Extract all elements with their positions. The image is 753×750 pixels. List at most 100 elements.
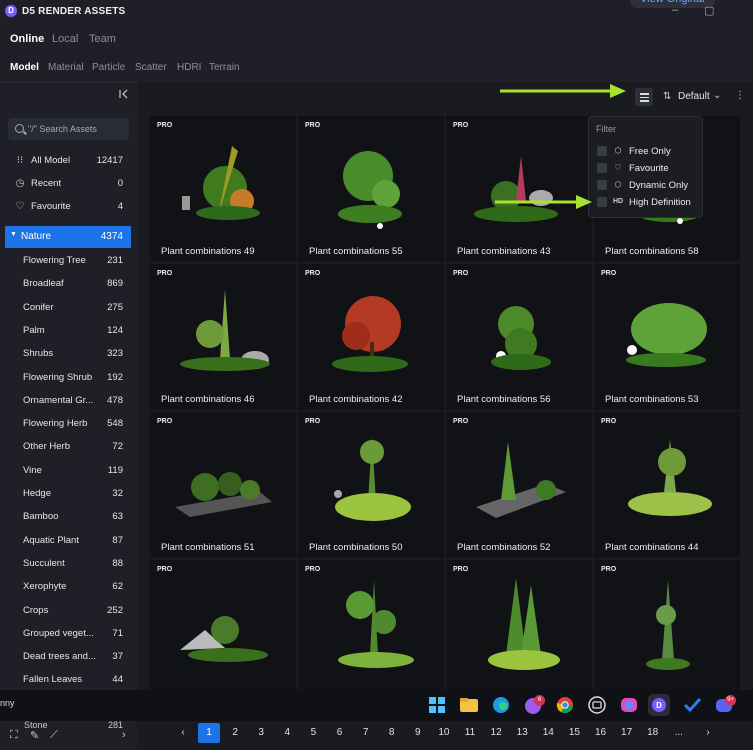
page-number-button[interactable]: 15 (563, 723, 585, 743)
sidebar-item-favourite[interactable]: ♡ Favourite 4 (0, 197, 137, 217)
sidebar-subcategory[interactable]: Ornamental Gr... 478 (0, 391, 137, 411)
chrome-icon[interactable] (554, 694, 576, 716)
asset-card[interactable]: PRO (150, 560, 296, 706)
page-number-button[interactable]: 18 (642, 723, 664, 743)
sidebar-subcategory[interactable]: Conifer 275 (0, 298, 137, 318)
search-input[interactable] (28, 121, 124, 137)
sidebar-item-all-model[interactable]: ⁝⁝ All Model 12417 (0, 151, 137, 171)
filter-dynamic-only[interactable]: ⬡ Dynamic Only (589, 177, 704, 194)
page-number-button[interactable]: 9 (407, 723, 429, 743)
filter-favourite[interactable]: ♡ Favourite (589, 160, 704, 177)
page-number-button[interactable]: 8 (381, 723, 403, 743)
page-number-button[interactable]: 6 (329, 723, 351, 743)
page-number-button[interactable]: 12 (485, 723, 507, 743)
tab-particle[interactable]: Particle (92, 62, 125, 73)
asset-card[interactable]: PRO Plant combinations 44 (594, 412, 740, 558)
file-explorer-icon[interactable] (458, 694, 480, 716)
page-number-button[interactable]: ... (668, 723, 690, 743)
chevron-down-icon[interactable]: ⌄ (713, 90, 721, 101)
tab-team[interactable]: Team (89, 33, 116, 45)
page-number-button[interactable]: 2 (224, 723, 246, 743)
sidebar-subcategory[interactable]: Crops 252 (0, 601, 137, 621)
tab-scatter[interactable]: Scatter (135, 62, 167, 73)
tab-online[interactable]: Online (10, 33, 44, 45)
page-number-button[interactable]: 17 (616, 723, 638, 743)
asset-card[interactable]: PRO Plant combinations 53 (594, 264, 740, 410)
search-box[interactable] (8, 118, 129, 140)
pro-badge: PRO (453, 566, 469, 573)
more-options-icon[interactable]: ⋮ (735, 90, 745, 101)
d5-render-taskbar-icon[interactable]: D (648, 694, 670, 716)
sidebar-subcategory[interactable]: Succulent 88 (0, 554, 137, 574)
page-number-button[interactable]: 13 (511, 723, 533, 743)
chevron-right-icon[interactable]: › (122, 729, 126, 741)
paint-bucket-icon[interactable]: ⛶ (10, 729, 18, 742)
tab-local[interactable]: Local (52, 33, 78, 45)
sidebar-subcategory[interactable]: Fallen Leaves 44 (0, 670, 137, 690)
asset-card[interactable]: PRO Plant combinations 46 (150, 264, 296, 410)
asset-card[interactable]: PRO Plant combinations 51 (150, 412, 296, 558)
asset-card[interactable]: PRO Plant combinations 43 (446, 116, 592, 262)
sidebar-subcategory[interactable]: Other Herb 72 (0, 437, 137, 457)
sidebar-subcategory[interactable]: Shrubs 323 (0, 344, 137, 364)
page-number-button[interactable]: 5 (302, 723, 324, 743)
filter-free-only[interactable]: ⬡ Free Only (589, 143, 704, 160)
page-prev-button[interactable]: ‹ (172, 723, 194, 743)
page-number-button[interactable]: 16 (590, 723, 612, 743)
sidebar-item-recent[interactable]: ◷ Recent 0 (0, 174, 137, 194)
copilot-icon[interactable] (618, 694, 640, 716)
page-number-button[interactable]: 11 (459, 723, 481, 743)
asset-card[interactable]: PRO (446, 560, 592, 706)
page-number-button[interactable]: 7 (355, 723, 377, 743)
page-number-button[interactable]: 10 (433, 723, 455, 743)
todo-check-icon[interactable] (681, 694, 703, 716)
tab-material[interactable]: Material (48, 62, 84, 73)
sidebar-subcategory[interactable]: Palm 124 (0, 321, 137, 341)
page-number-button[interactable]: 14 (537, 723, 559, 743)
sidebar-subcategory[interactable]: Bamboo 63 (0, 507, 137, 527)
sidebar-subcategory[interactable]: Flowering Herb 548 (0, 414, 137, 434)
sidebar-subcategory[interactable]: Grouped veget... 71 (0, 624, 137, 644)
filter-button[interactable] (635, 88, 653, 106)
maximize-icon[interactable]: ▢ (704, 4, 714, 17)
filter-high-definition[interactable]: HD High Definition (589, 194, 704, 211)
windows-start-icon[interactable] (426, 694, 448, 716)
app-icon[interactable] (586, 694, 608, 716)
tab-model[interactable]: Model (10, 62, 39, 73)
asset-card[interactable]: PRO Plant combinations 50 (298, 412, 444, 558)
tab-terrain[interactable]: Terrain (209, 62, 240, 73)
sidebar-subcategory[interactable]: Broadleaf 869 (0, 274, 137, 294)
page-number-button[interactable]: 1 (198, 723, 220, 743)
page-next-button[interactable]: › (697, 723, 719, 743)
asset-card[interactable]: PRO Plant combinations 52 (446, 412, 592, 558)
eraser-icon[interactable]: ✎ (30, 729, 39, 742)
page-number-button[interactable]: 4 (276, 723, 298, 743)
sidebar-subcategory[interactable]: Flowering Tree 231 (0, 251, 137, 271)
node-tool-icon[interactable]: ⟋ (50, 729, 58, 742)
sidebar-subcategory[interactable]: Hedge 32 (0, 484, 137, 504)
sidebar-subcategory[interactable]: Aquatic Plant 87 (0, 531, 137, 551)
messenger-icon[interactable]: 6 (522, 694, 545, 716)
checkbox[interactable] (597, 163, 607, 173)
asset-card[interactable]: PRO (594, 560, 740, 706)
edge-browser-icon[interactable] (490, 694, 512, 716)
asset-card[interactable]: PRO Plant combinations 56 (446, 264, 592, 410)
sidebar-item-nature[interactable]: ▼ Nature 4374 (5, 226, 131, 248)
tab-hdri[interactable]: HDRI (177, 62, 201, 73)
sidebar-subcategory[interactable]: Xerophyte 62 (0, 577, 137, 597)
asset-card[interactable]: PRO Plant combinations 49 (150, 116, 296, 262)
asset-card[interactable]: PRO (298, 560, 444, 706)
sidebar-subcategory[interactable]: Dead trees and... 37 (0, 647, 137, 667)
checkbox[interactable] (597, 180, 607, 190)
collapse-sidebar-icon[interactable] (118, 88, 130, 100)
page-number-button[interactable]: 3 (250, 723, 272, 743)
sidebar-subcategory[interactable]: Flowering Shrub 192 (0, 368, 137, 388)
minimize-icon[interactable]: – (672, 4, 678, 16)
sidebar-subcategory[interactable]: Vine 119 (0, 461, 137, 481)
sort-dropdown[interactable]: Default (678, 91, 710, 102)
checkbox[interactable] (597, 146, 607, 156)
discord-icon[interactable]: 9+ (713, 694, 736, 716)
checkbox[interactable] (597, 197, 607, 207)
asset-card[interactable]: PRO Plant combinations 42 (298, 264, 444, 410)
asset-card[interactable]: PRO Plant combinations 55 (298, 116, 444, 262)
